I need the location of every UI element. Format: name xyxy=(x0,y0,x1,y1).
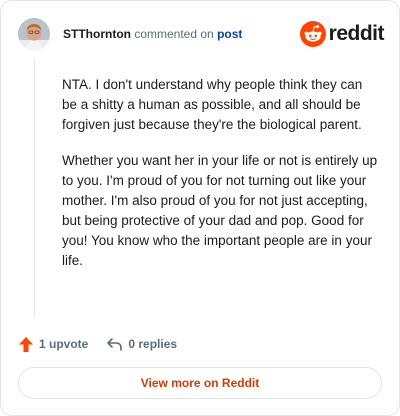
avatar-image xyxy=(18,18,50,50)
comment-action-text: commented on xyxy=(134,27,214,41)
comment-footer: 1 upvote 0 replies xyxy=(18,334,195,354)
reply-arrow-icon[interactable] xyxy=(106,336,123,352)
post-link[interactable]: post xyxy=(217,27,242,41)
avatar[interactable] xyxy=(18,18,50,50)
reply-count: 0 replies xyxy=(128,337,178,351)
reddit-alien-icon xyxy=(299,21,326,47)
upvote-count: 1 upvote xyxy=(39,337,89,351)
comment-meta: STThornton commented on post xyxy=(63,26,242,42)
comment-header: STThornton commented on post reddit xyxy=(18,18,385,50)
thread-line xyxy=(34,59,35,317)
reddit-wordmark: reddit xyxy=(328,22,385,45)
comment-paragraph: NTA. I don't understand why people think… xyxy=(62,77,363,132)
comment-paragraph: Whether you want her in your life or not… xyxy=(62,153,378,268)
reddit-logo[interactable]: reddit xyxy=(299,20,385,48)
upvote-stat[interactable]: 1 upvote xyxy=(18,336,88,353)
author-name[interactable]: STThornton xyxy=(63,27,131,41)
reply-stat[interactable]: 0 replies xyxy=(106,336,177,352)
upvote-arrow-icon[interactable] xyxy=(18,336,34,353)
comment-body: NTA. I don't understand why people think… xyxy=(62,75,380,287)
comment-embed-card: STThornton commented on post reddit NTA.… xyxy=(0,0,400,416)
view-more-button[interactable]: View more on Reddit xyxy=(18,367,382,399)
